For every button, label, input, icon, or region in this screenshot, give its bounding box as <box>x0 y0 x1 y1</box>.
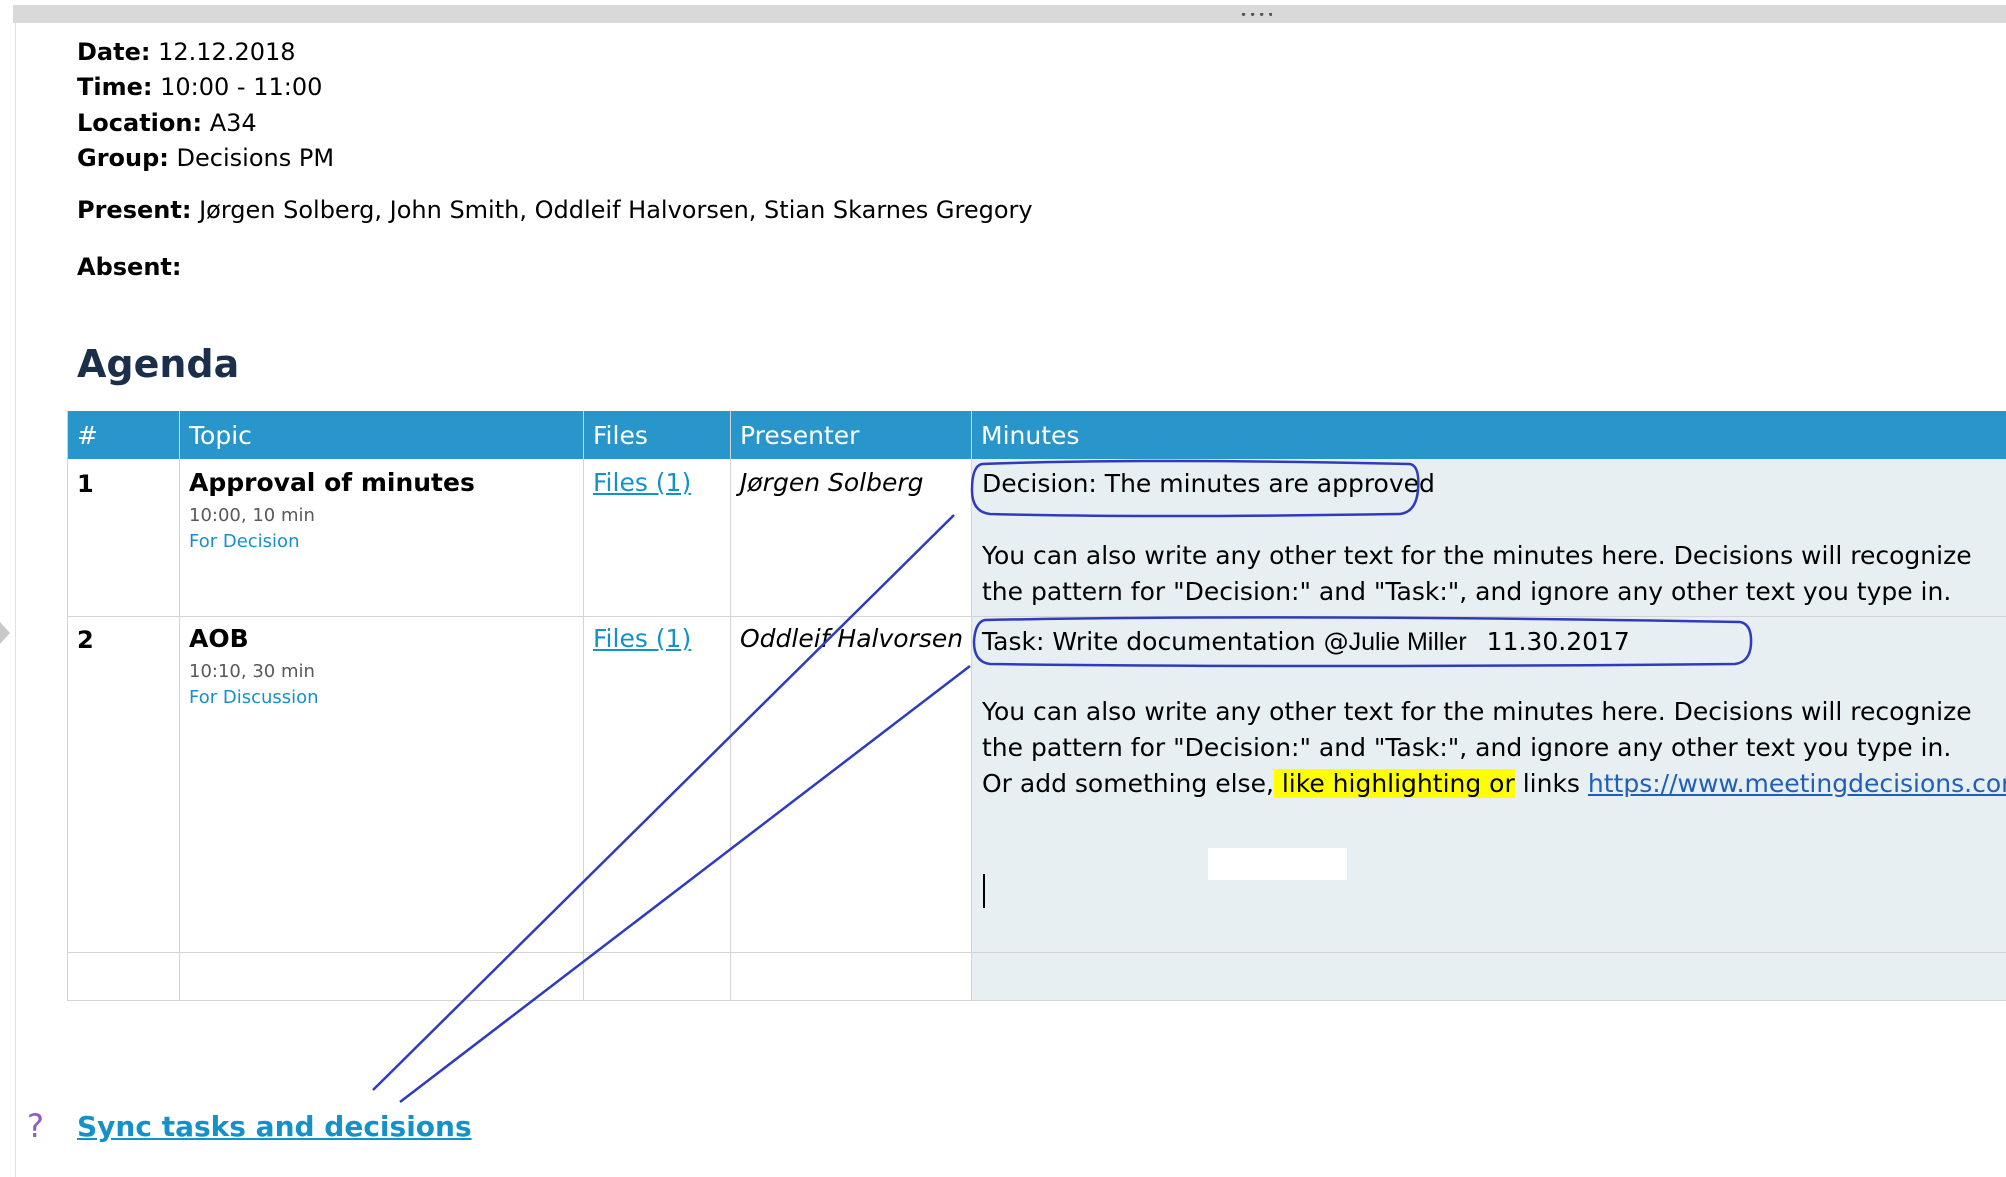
document-canvas: •••• Date: 12.12.2018 Time: 10:00 - 11:0… <box>0 0 2006 1177</box>
item-title[interactable]: Approval of minutes <box>189 468 475 497</box>
meeting-time: Time: 10:00 - 11:00 <box>77 70 322 104</box>
help-icon[interactable]: ? <box>27 1108 44 1144</box>
meeting-date: Date: 12.12.2018 <box>77 35 296 69</box>
table-divider-minutes <box>971 411 972 1001</box>
minutes-task-text[interactable]: Task: Write documentation @Julie Miller 1… <box>982 624 1630 660</box>
resize-grip-icon[interactable]: •••• <box>1240 13 1272 18</box>
text-cursor <box>983 874 985 908</box>
meeting-absent: Absent: <box>77 250 181 284</box>
note-text: Or add something else, <box>982 769 1274 798</box>
group-label: Group: <box>77 144 169 172</box>
row-divider-1 <box>67 616 2006 617</box>
task-date: 11.30.2017 <box>1486 627 1630 656</box>
item-purpose-link[interactable]: For Decision <box>189 531 299 552</box>
table-border-bottom <box>67 1000 2006 1001</box>
location-value: A34 <box>209 109 257 137</box>
date-label: Date: <box>77 38 151 66</box>
minutes-note-line[interactable]: the pattern for "Decision:" and "Task:",… <box>982 730 1951 766</box>
column-header-files: Files <box>593 421 648 450</box>
minutes-note-line[interactable]: Or add something else, like highlighting… <box>982 766 2006 802</box>
agenda-heading: Agenda <box>77 342 240 386</box>
column-header-number: # <box>77 421 98 450</box>
table-divider-topic <box>179 411 180 1001</box>
item-time: 10:00, 10 min <box>189 505 315 526</box>
meeting-location: Location: A34 <box>77 106 257 140</box>
item-number: 1 <box>77 470 94 498</box>
column-header-topic: Topic <box>189 421 252 450</box>
present-value: Jørgen Solberg, John Smith, Oddleif Halv… <box>199 196 1033 224</box>
item-purpose-link[interactable]: For Discussion <box>189 687 319 708</box>
meeting-present: Present: Jørgen Solberg, John Smith, Odd… <box>77 193 1033 227</box>
item-time: 10:10, 30 min <box>189 661 315 682</box>
left-margin-rule <box>15 23 16 1177</box>
table-divider-presenter <box>730 411 731 1001</box>
top-toolbar-strip <box>13 5 2006 23</box>
note-text: links <box>1514 769 1588 798</box>
item-presenter: Oddleif Halvorsen <box>740 624 964 653</box>
time-label: Time: <box>77 73 153 101</box>
column-header-minutes: Minutes <box>981 421 1080 450</box>
item-files-link[interactable]: Files (1) <box>593 468 691 497</box>
table-border-left <box>67 411 68 1001</box>
item-number: 2 <box>77 626 94 654</box>
blank-patch <box>1208 848 1347 880</box>
item-files-link[interactable]: Files (1) <box>593 624 691 653</box>
minutes-note-line[interactable]: You can also write any other text for th… <box>982 538 1972 574</box>
location-label: Location: <box>77 109 203 137</box>
row-divider-2 <box>67 952 2006 953</box>
table-divider-files <box>583 411 584 1001</box>
task-assignee: Julie Miller <box>1348 628 1467 656</box>
item-title[interactable]: AOB <box>189 624 249 653</box>
task-prefix: Task: Write documentation @ <box>982 627 1349 656</box>
item-presenter: Jørgen Solberg <box>740 468 924 497</box>
present-label: Present: <box>77 196 192 224</box>
minutes-decision-text[interactable]: Decision: The minutes are approved <box>982 466 1435 502</box>
group-value: Decisions PM <box>176 144 335 172</box>
expand-panel-arrow-icon[interactable] <box>0 622 10 644</box>
date-value: 12.12.2018 <box>158 38 296 66</box>
column-header-presenter: Presenter <box>740 421 860 450</box>
minutes-note-line[interactable]: the pattern for "Decision:" and "Task:",… <box>982 574 1951 610</box>
absent-label: Absent: <box>77 253 182 281</box>
meetingdecisions-link[interactable]: https://www.meetingdecisions.com/ <box>1588 769 2006 798</box>
meeting-group: Group: Decisions PM <box>77 141 334 175</box>
minutes-note-line[interactable]: You can also write any other text for th… <box>982 694 1972 730</box>
sync-tasks-decisions-link[interactable]: Sync tasks and decisions <box>77 1110 472 1144</box>
highlighted-text: like highlighting or <box>1273 769 1515 798</box>
time-value: 10:00 - 11:00 <box>160 73 323 101</box>
